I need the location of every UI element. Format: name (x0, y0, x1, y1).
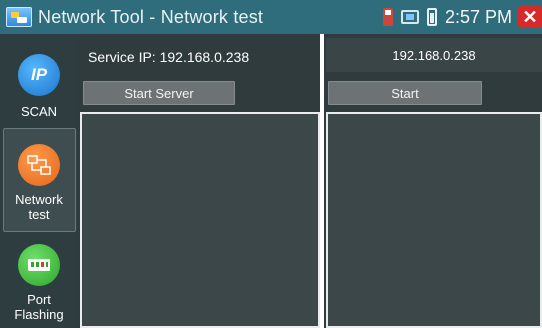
service-ip-label: Service IP: 192.168.0.238 (88, 49, 250, 65)
start-button[interactable]: Start (328, 81, 482, 105)
sidebar-item-label-line2: Flashing (14, 307, 64, 322)
client-log-panel[interactable] (326, 112, 542, 328)
start-server-button[interactable]: Start Server (83, 81, 235, 105)
clock: 2:57 PM (444, 6, 512, 27)
title-bar: Network Tool - Network test 2:57 PM ✕ (0, 0, 542, 34)
main-content: Service IP: 192.168.0.238 192.168.0.238 … (78, 34, 542, 328)
window-title: Network Tool - Network test (38, 6, 264, 27)
port-flashing-icon (18, 244, 60, 286)
sidebar-item-port-flashing[interactable]: Port Flashing (0, 244, 78, 322)
sidebar-item-label: Network test (0, 192, 78, 222)
ip-scan-icon: IP (18, 54, 60, 96)
target-ip-field[interactable]: 192.168.0.238 (326, 38, 542, 72)
network-icon (400, 10, 419, 24)
status-area: 2:57 PM ✕ (382, 0, 542, 34)
sidebar-item-label-line1: Port (27, 292, 51, 307)
sidebar-item-label: Port Flashing (0, 292, 78, 322)
sidebar-item-network-test[interactable]: Network test (0, 144, 78, 222)
close-button[interactable]: ✕ (518, 6, 542, 28)
column-divider (320, 34, 324, 328)
sidebar-item-label: SCAN (20, 104, 58, 119)
usb-icon (382, 8, 393, 26)
server-log-panel[interactable] (80, 112, 320, 328)
sidebar: IP SCAN Network test Port Flashing (0, 34, 78, 328)
ip-scan-icon-text: IP (30, 65, 48, 84)
sidebar-item-label-line2: test (28, 207, 50, 222)
network-test-icon (18, 144, 60, 186)
sidebar-item-scan[interactable]: IP SCAN (0, 54, 78, 119)
network-tool-app-icon (6, 7, 32, 27)
sidebar-item-label-line1: Network (15, 192, 63, 207)
battery-icon (426, 8, 437, 26)
